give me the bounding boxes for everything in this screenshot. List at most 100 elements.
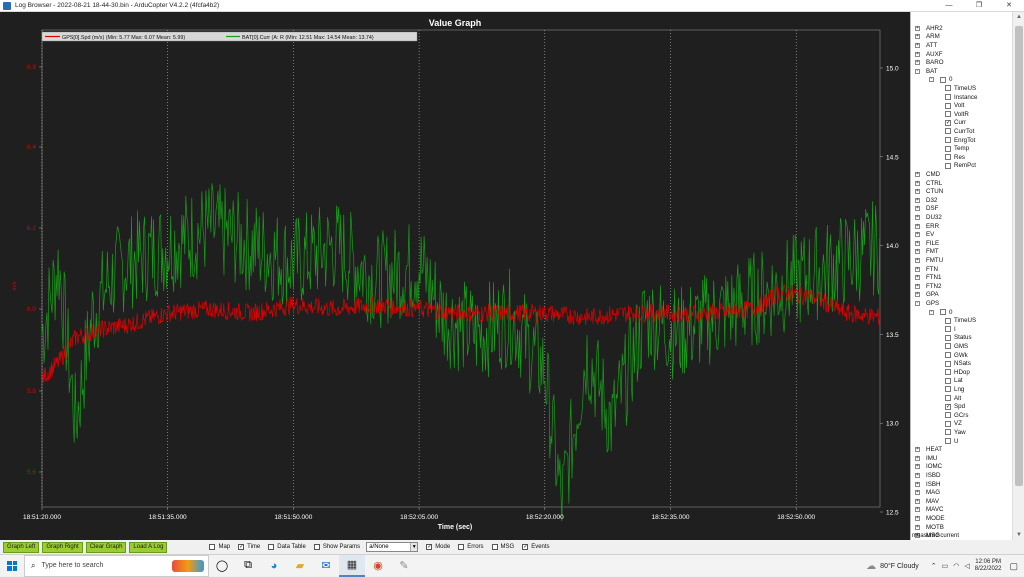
tree-checkbox[interactable]: [945, 154, 951, 161]
file-explorer-icon[interactable]: ▰: [287, 555, 313, 577]
tree-item-gms[interactable]: GMS: [945, 342, 968, 351]
collapse-icon[interactable]: -: [915, 300, 920, 306]
collapse-icon[interactable]: -: [929, 77, 934, 83]
tree-checkbox[interactable]: [945, 429, 951, 436]
clock[interactable]: 12:06 PM 8/22/2022: [975, 559, 1002, 573]
tree-checkbox[interactable]: [945, 128, 951, 135]
close-button[interactable]: ✕: [994, 0, 1024, 12]
expand-icon[interactable]: +: [915, 447, 920, 453]
tree-item-heat[interactable]: + HEAT: [915, 445, 942, 454]
tree-item-i[interactable]: I: [945, 325, 956, 334]
tree-checkbox[interactable]: [945, 395, 951, 402]
expand-icon[interactable]: +: [915, 240, 920, 246]
tree-item-imu[interactable]: + IMU: [915, 454, 937, 463]
expand-icon[interactable]: +: [915, 232, 920, 238]
tree-item-err[interactable]: + ERR: [915, 222, 939, 231]
mission-planner-icon[interactable]: ▦: [339, 554, 365, 577]
collapse-icon[interactable]: -: [915, 68, 920, 74]
tree-checkbox[interactable]: [945, 317, 951, 324]
tree-item-ctun[interactable]: + CTUN: [915, 187, 943, 196]
tree-item-auxf[interactable]: + AUXF: [915, 50, 943, 59]
expand-icon[interactable]: +: [915, 223, 920, 229]
taskbar-search[interactable]: ⌕ Type here to search: [24, 554, 209, 577]
expand-icon[interactable]: +: [915, 481, 920, 487]
scroll-down-icon[interactable]: ▼: [1013, 530, 1024, 540]
expand-icon[interactable]: +: [915, 455, 920, 461]
edge-icon[interactable]: ◕: [261, 555, 287, 577]
notification-icon[interactable]: ▢: [1009, 561, 1018, 572]
expand-icon[interactable]: +: [915, 51, 920, 57]
cortana-icon[interactable]: ◯: [209, 555, 235, 577]
tree-checkbox[interactable]: [945, 420, 951, 427]
tree-checkbox[interactable]: [940, 309, 946, 316]
tree-item-gps[interactable]: - GPS: [915, 299, 939, 308]
network-icon[interactable]: ◠: [953, 562, 959, 570]
collapse-icon[interactable]: -: [929, 309, 934, 315]
expand-icon[interactable]: +: [915, 180, 920, 186]
chevron-up-icon[interactable]: ⌃: [931, 562, 937, 570]
expand-icon[interactable]: +: [915, 171, 920, 177]
tree-item-rempct[interactable]: RemPct: [945, 162, 976, 171]
tree-scrollbar[interactable]: ▲ ▼: [1012, 12, 1024, 540]
expand-icon[interactable]: +: [915, 507, 920, 513]
expand-icon[interactable]: +: [915, 249, 920, 255]
tree-item-curr[interactable]: ✓ Curr: [945, 119, 966, 128]
battery-icon[interactable]: ▭: [942, 562, 949, 570]
tree-checkbox[interactable]: [945, 377, 951, 384]
expand-icon[interactable]: +: [915, 464, 920, 470]
show-params-checkbox[interactable]: Show Params: [313, 544, 360, 550]
message-select[interactable]: a/None ▼: [366, 542, 419, 552]
value-graph-panel[interactable]: Value Graph 6.8 6.4 6.2 6.0 5.8 5.6 15.0 14.5 1…: [0, 12, 910, 540]
graph-left-button[interactable]: Graph Left: [3, 541, 40, 553]
start-button[interactable]: [0, 555, 24, 577]
tree-item-baro[interactable]: + BARO: [915, 58, 944, 67]
tree-item-nsats[interactable]: NSats: [945, 359, 971, 368]
tree-checkbox[interactable]: [945, 343, 951, 350]
expand-icon[interactable]: +: [915, 197, 920, 203]
tree-item-isbh[interactable]: + ISBH: [915, 480, 940, 489]
expand-icon[interactable]: +: [915, 498, 920, 504]
tree-item-att[interactable]: + ATT: [915, 41, 937, 50]
volume-icon[interactable]: ◁: [964, 562, 969, 570]
time-checkbox[interactable]: ✓ Time: [238, 544, 260, 550]
data-table-checkbox[interactable]: Data Table: [268, 544, 306, 550]
tree-checkbox[interactable]: [945, 102, 951, 109]
expand-icon[interactable]: +: [915, 206, 920, 212]
maximize-button[interactable]: ❐: [964, 0, 994, 12]
mode-checkbox[interactable]: ✓ Mode: [426, 544, 450, 550]
tree-item-ev[interactable]: + EV: [915, 230, 934, 239]
expand-icon[interactable]: +: [915, 275, 920, 281]
expand-icon[interactable]: +: [915, 257, 920, 263]
tree-item-spd[interactable]: ✓ Spd: [945, 402, 965, 411]
expand-icon[interactable]: +: [915, 490, 920, 496]
expand-icon[interactable]: +: [915, 515, 920, 521]
scroll-up-icon[interactable]: ▲: [1013, 12, 1024, 22]
tree-item-timeus[interactable]: TimeUS: [945, 316, 976, 325]
tree-checkbox[interactable]: [945, 369, 951, 376]
tree-checkbox[interactable]: [945, 145, 951, 152]
expand-icon[interactable]: +: [915, 34, 920, 40]
map-checkbox[interactable]: Map: [209, 544, 230, 550]
paint-icon[interactable]: ✎: [391, 555, 417, 577]
tree-item-gwk[interactable]: GWk: [945, 351, 968, 360]
expand-icon[interactable]: +: [915, 292, 920, 298]
tree-checkbox[interactable]: [945, 326, 951, 333]
expand-icon[interactable]: +: [915, 189, 920, 195]
tree-item-yaw[interactable]: Yaw: [945, 428, 966, 437]
tree-item-lng[interactable]: Lng: [945, 385, 964, 394]
tree-item-mavc[interactable]: + MAVC: [915, 506, 943, 515]
tree-item-currtot[interactable]: CurrTot: [945, 127, 974, 136]
tree-item-hdop[interactable]: HDop: [945, 368, 970, 377]
tree-item-volt[interactable]: Volt: [945, 101, 964, 110]
expand-icon[interactable]: +: [915, 60, 920, 66]
tree-item-enrgtot[interactable]: EnrgTot: [945, 136, 975, 145]
tree-item-voltr[interactable]: VoltR: [945, 110, 969, 119]
tree-checkbox[interactable]: [945, 412, 951, 419]
tree-item-ctrl[interactable]: + CTRL: [915, 179, 942, 188]
task-view-icon[interactable]: ⧉: [235, 555, 261, 577]
expand-icon[interactable]: +: [915, 214, 920, 220]
tree-item-ftn2[interactable]: + FTN2: [915, 282, 941, 291]
expand-icon[interactable]: +: [915, 283, 920, 289]
tree-checkbox[interactable]: [945, 94, 951, 101]
tree-item-mag[interactable]: + MAG: [915, 488, 940, 497]
